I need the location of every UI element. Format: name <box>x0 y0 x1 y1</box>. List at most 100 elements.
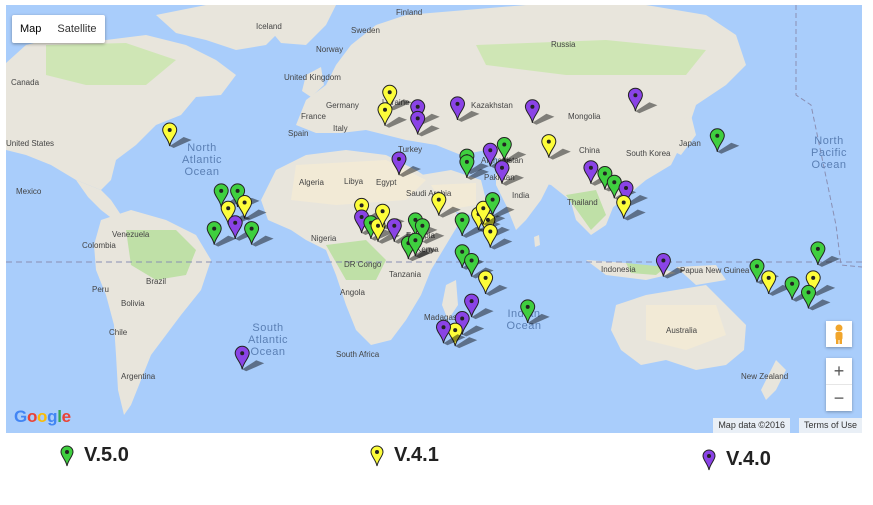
marker-dot <box>481 206 486 211</box>
landmass-layer <box>6 5 786 415</box>
marker-dot <box>483 275 488 280</box>
marker-dot <box>436 197 441 202</box>
map-type-control: Map Satellite <box>12 15 105 43</box>
marker-dot <box>490 197 495 202</box>
marker-dot <box>359 203 364 208</box>
marker-pin-icon <box>478 270 494 294</box>
legend-label: V.5.0 <box>84 444 129 466</box>
country-label: Mongolia <box>568 112 601 121</box>
marker-pin-icon <box>464 253 480 277</box>
country-label: Iceland <box>256 22 282 31</box>
country-label: Argentina <box>121 372 156 381</box>
map-marker[interactable] <box>810 241 840 267</box>
marker-dot <box>383 107 387 112</box>
country-label: Bolivia <box>121 299 145 308</box>
marker-dot <box>397 157 401 161</box>
country-label: Brazil <box>146 277 166 286</box>
country-label: France <box>301 112 326 121</box>
map-button[interactable]: Map <box>12 15 49 43</box>
country-label: Thailand <box>567 198 598 207</box>
marker-dot <box>546 139 551 144</box>
marker-dot <box>661 258 666 263</box>
marker-dot <box>240 351 245 356</box>
marker-dot <box>460 316 465 321</box>
marker-dot <box>715 133 720 138</box>
map-canvas[interactable]: Iceland Finland Sweden Norway Russia Can… <box>6 5 862 433</box>
map-marker[interactable] <box>478 270 508 296</box>
marker-pin-icon <box>237 195 253 219</box>
zoom-in-button[interactable]: + <box>826 358 852 384</box>
country-label: Nigeria <box>311 234 337 243</box>
google-logo[interactable]: Google <box>14 407 71 427</box>
marker-dot <box>790 281 795 286</box>
marker-pin-icon <box>709 128 725 152</box>
marker-pin-icon <box>784 276 800 300</box>
marker-pin-icon <box>800 284 817 309</box>
marker-dot <box>621 200 626 205</box>
country-label: Finland <box>396 8 422 17</box>
ocean-label: South Atlantic Ocean <box>248 322 288 358</box>
satellite-button[interactable]: Satellite <box>49 15 104 43</box>
country-label: India <box>512 191 530 200</box>
marker-dot <box>755 264 759 269</box>
marker-pin-icon <box>206 221 222 245</box>
country-label: Japan <box>679 139 701 148</box>
marker-dot <box>392 223 397 228</box>
country-label: Algeria <box>299 178 324 187</box>
google-logo-letter: g <box>47 407 58 426</box>
marker-dot <box>588 165 593 170</box>
marker-dot <box>500 165 504 170</box>
map-marker[interactable] <box>244 221 274 247</box>
marker-pin-icon <box>761 270 777 294</box>
marker-dot <box>242 200 247 205</box>
country-label: Australia <box>666 326 698 335</box>
country-label: Kazakhstan <box>471 101 513 110</box>
marker-dot <box>811 275 816 280</box>
marker-dot <box>441 325 446 330</box>
terms-of-use-link[interactable]: Terms of Use <box>798 418 862 433</box>
country-label: China <box>579 146 600 155</box>
marker-dot <box>233 220 238 225</box>
marker-dot <box>602 171 607 176</box>
map-marker[interactable] <box>482 224 513 250</box>
marker-dot <box>226 206 231 211</box>
country-label: Venezuela <box>112 230 150 239</box>
country-label: Peru <box>92 285 109 294</box>
marker-pin-icon <box>435 319 452 344</box>
street-view-pegman[interactable] <box>826 321 852 347</box>
marker-dot <box>525 304 530 309</box>
map-marker[interactable] <box>709 128 740 154</box>
marker-dot <box>502 142 507 147</box>
yellow-pin-icon <box>370 445 384 466</box>
marker-dot <box>453 328 458 333</box>
map-data-attribution: Map data ©2016 <box>713 418 790 433</box>
marker-dot <box>624 186 628 190</box>
marker-pin-icon <box>454 212 470 236</box>
map-view[interactable]: Iceland Finland Sweden Norway Russia Can… <box>6 5 862 433</box>
country-label: Angola <box>340 288 365 297</box>
legend-label: V.4.0 <box>726 448 771 470</box>
marker-dot <box>530 104 535 109</box>
marker-dot <box>806 290 811 295</box>
country-label: Italy <box>333 124 348 133</box>
google-logo-letter: o <box>37 407 48 426</box>
country-label: South Korea <box>626 149 671 158</box>
marker-dot <box>359 215 364 219</box>
country-label: Mexico <box>16 187 42 196</box>
zoom-out-button[interactable]: − <box>826 384 852 411</box>
country-label: Spain <box>288 129 308 138</box>
legend-item-v41: V.4.1 <box>370 444 439 467</box>
pegman-icon <box>835 324 843 344</box>
country-label: Russia <box>551 40 576 49</box>
marker-dot <box>633 93 638 98</box>
marker-pin-icon <box>616 195 632 219</box>
marker-dot <box>415 104 420 109</box>
legend-item-v40: V.4.0 <box>702 448 771 471</box>
marker-dot <box>415 116 420 121</box>
marker-dot <box>766 275 771 280</box>
zoom-control: + − <box>826 358 852 411</box>
marker-pin-icon <box>227 215 243 239</box>
country-label: Colombia <box>82 241 116 250</box>
google-logo-letter: o <box>26 407 38 426</box>
country-label: Papua New Guinea <box>680 266 750 275</box>
